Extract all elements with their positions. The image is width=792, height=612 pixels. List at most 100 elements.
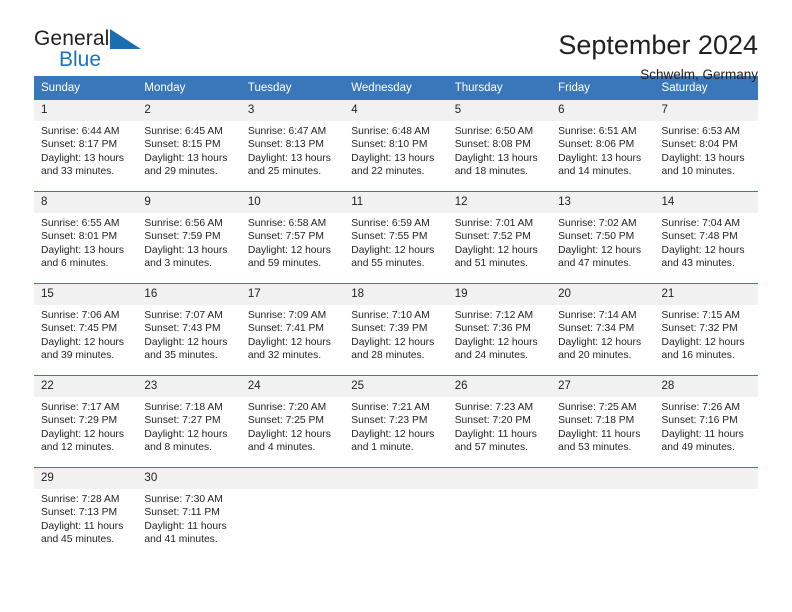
- day-cell[interactable]: 10 Sunrise: 6:58 AM Sunset: 7:57 PM Dayl…: [240, 192, 345, 283]
- daylight-text-line1: Daylight: 12 hours: [247, 336, 331, 348]
- daylight-text-line1: Daylight: 13 hours: [41, 152, 124, 164]
- sunset-text: Sunset: 7:13 PM: [41, 507, 118, 519]
- day-number: 22: [34, 376, 138, 397]
- sunset-text: Sunset: 7:50 PM: [558, 231, 635, 243]
- sunrise-text: Sunrise: 7:30 AM: [144, 494, 223, 505]
- day-number: 8: [34, 192, 138, 213]
- day-cell[interactable]: 27 Sunrise: 7:25 AM Sunset: 7:18 PM Dayl…: [551, 376, 655, 467]
- sunset-text: Sunset: 8:10 PM: [351, 139, 428, 151]
- day-details: Sunrise: 7:30 AM Sunset: 7:11 PM Dayligh…: [137, 489, 240, 552]
- day-cell-empty: [654, 468, 758, 559]
- sunset-text: Sunset: 7:34 PM: [558, 323, 635, 335]
- daylight-text-line2: and 24 minutes.: [454, 349, 528, 361]
- sunrise-text: Sunrise: 7:10 AM: [351, 310, 430, 321]
- week-row: 8 Sunrise: 6:55 AM Sunset: 8:01 PM Dayli…: [34, 191, 758, 283]
- day-cell[interactable]: 29 Sunrise: 7:28 AM Sunset: 7:13 PM Dayl…: [34, 468, 138, 559]
- daylight-text-line1: Daylight: 13 hours: [558, 152, 642, 164]
- day-cell[interactable]: 7 Sunrise: 6:53 AM Sunset: 8:04 PM Dayli…: [654, 100, 758, 191]
- day-number: 3: [240, 100, 345, 121]
- daylight-text-line1: Daylight: 12 hours: [144, 336, 228, 348]
- sunrise-text: Sunrise: 7:01 AM: [454, 218, 534, 229]
- day-cell[interactable]: 28 Sunrise: 7:26 AM Sunset: 7:16 PM Dayl…: [654, 376, 758, 467]
- day-details: [241, 489, 344, 499]
- weekday-header-thursday: Thursday: [454, 82, 503, 94]
- day-details: Sunrise: 7:01 AM Sunset: 7:52 PM Dayligh…: [448, 213, 551, 276]
- day-number: 24: [240, 376, 345, 397]
- daylight-text-line2: and 25 minutes.: [247, 165, 322, 177]
- day-cell[interactable]: 18 Sunrise: 7:10 AM Sunset: 7:39 PM Dayl…: [344, 284, 448, 375]
- day-cell[interactable]: 6 Sunrise: 6:51 AM Sunset: 8:06 PM Dayli…: [551, 100, 655, 191]
- day-details: Sunrise: 7:14 AM Sunset: 7:34 PM Dayligh…: [551, 305, 654, 368]
- day-number: 28: [654, 376, 758, 397]
- sunset-text: Sunset: 8:04 PM: [661, 139, 738, 151]
- calendar-page: General Blue September 2024 Schwelm, Ger…: [0, 0, 792, 612]
- day-cell[interactable]: 8 Sunrise: 6:55 AM Sunset: 8:01 PM Dayli…: [34, 192, 138, 283]
- day-cell[interactable]: 19 Sunrise: 7:12 AM Sunset: 7:36 PM Dayl…: [447, 284, 552, 375]
- day-number: 20: [551, 284, 655, 305]
- day-details: Sunrise: 6:48 AM Sunset: 8:10 PM Dayligh…: [344, 121, 447, 184]
- weekday-header-tuesday: Tuesday: [247, 82, 292, 94]
- day-details: Sunrise: 7:06 AM Sunset: 7:45 PM Dayligh…: [34, 305, 137, 368]
- day-number: [240, 468, 345, 489]
- logo-text-blue: Blue: [59, 48, 102, 71]
- page-title: September 2024: [558, 30, 758, 60]
- day-cell[interactable]: 14 Sunrise: 7:04 AM Sunset: 7:48 PM Dayl…: [654, 192, 758, 283]
- day-cell[interactable]: 16 Sunrise: 7:07 AM Sunset: 7:43 PM Dayl…: [137, 284, 241, 375]
- sunrise-text: Sunrise: 6:48 AM: [351, 126, 430, 137]
- generalblue-logo[interactable]: General Blue: [34, 28, 154, 74]
- day-cell[interactable]: 23 Sunrise: 7:18 AM Sunset: 7:27 PM Dayl…: [137, 376, 241, 467]
- sunset-text: Sunset: 7:59 PM: [144, 231, 221, 243]
- daylight-text-line2: and 16 minutes.: [661, 349, 735, 361]
- daylight-text-line1: Daylight: 12 hours: [41, 428, 124, 440]
- sunrise-text: Sunrise: 7:26 AM: [661, 402, 740, 413]
- day-details: Sunrise: 7:25 AM Sunset: 7:18 PM Dayligh…: [551, 397, 654, 460]
- daylight-text-line1: Daylight: 13 hours: [661, 152, 745, 164]
- day-cell[interactable]: 1 Sunrise: 6:44 AM Sunset: 8:17 PM Dayli…: [34, 100, 138, 191]
- day-cell[interactable]: 25 Sunrise: 7:21 AM Sunset: 7:23 PM Dayl…: [344, 376, 448, 467]
- day-cell[interactable]: 13 Sunrise: 7:02 AM Sunset: 7:50 PM Dayl…: [551, 192, 655, 283]
- day-details: Sunrise: 7:26 AM Sunset: 7:16 PM Dayligh…: [655, 397, 758, 460]
- day-cell-empty: [551, 468, 655, 559]
- sunset-text: Sunset: 7:11 PM: [144, 507, 220, 519]
- sunrise-text: Sunrise: 7:04 AM: [661, 218, 740, 229]
- day-number: 27: [551, 376, 655, 397]
- day-cell[interactable]: 22 Sunrise: 7:17 AM Sunset: 7:29 PM Dayl…: [34, 376, 138, 467]
- day-cell-empty: [344, 468, 448, 559]
- weekday-header-row: Sunday Monday Tuesday Wednesday Thursday…: [34, 76, 758, 100]
- sunset-text: Sunset: 7:57 PM: [247, 231, 324, 243]
- daylight-text-line2: and 51 minutes.: [454, 257, 528, 269]
- day-cell[interactable]: 2 Sunrise: 6:45 AM Sunset: 8:15 PM Dayli…: [137, 100, 241, 191]
- day-cell[interactable]: 11 Sunrise: 6:59 AM Sunset: 7:55 PM Dayl…: [344, 192, 448, 283]
- daylight-text-line2: and 10 minutes.: [661, 165, 735, 177]
- day-cell[interactable]: 5 Sunrise: 6:50 AM Sunset: 8:08 PM Dayli…: [447, 100, 552, 191]
- day-cell[interactable]: 17 Sunrise: 7:09 AM Sunset: 7:41 PM Dayl…: [240, 284, 345, 375]
- day-details: Sunrise: 7:12 AM Sunset: 7:36 PM Dayligh…: [448, 305, 551, 368]
- day-cell[interactable]: 24 Sunrise: 7:20 AM Sunset: 7:25 PM Dayl…: [240, 376, 345, 467]
- day-number: 16: [137, 284, 241, 305]
- day-cell[interactable]: 20 Sunrise: 7:14 AM Sunset: 7:34 PM Dayl…: [551, 284, 655, 375]
- day-number: 6: [551, 100, 655, 121]
- daylight-text-line1: Daylight: 12 hours: [351, 244, 435, 256]
- day-cell[interactable]: 26 Sunrise: 7:23 AM Sunset: 7:20 PM Dayl…: [447, 376, 552, 467]
- day-number: 15: [34, 284, 138, 305]
- day-details: Sunrise: 6:45 AM Sunset: 8:15 PM Dayligh…: [137, 121, 240, 184]
- daylight-text-line2: and 4 minutes.: [247, 441, 316, 453]
- day-number: 26: [447, 376, 552, 397]
- day-details: Sunrise: 6:47 AM Sunset: 8:13 PM Dayligh…: [241, 121, 344, 184]
- day-cell[interactable]: 30 Sunrise: 7:30 AM Sunset: 7:11 PM Dayl…: [137, 468, 241, 559]
- daylight-text-line2: and 45 minutes.: [41, 533, 115, 545]
- day-cell[interactable]: 15 Sunrise: 7:06 AM Sunset: 7:45 PM Dayl…: [34, 284, 138, 375]
- sunset-text: Sunset: 7:48 PM: [661, 231, 738, 243]
- day-cell[interactable]: 9 Sunrise: 6:56 AM Sunset: 7:59 PM Dayli…: [137, 192, 241, 283]
- day-cell[interactable]: 3 Sunrise: 6:47 AM Sunset: 8:13 PM Dayli…: [240, 100, 345, 191]
- day-details: Sunrise: 6:50 AM Sunset: 8:08 PM Dayligh…: [448, 121, 551, 184]
- daylight-text-line1: Daylight: 12 hours: [454, 336, 538, 348]
- sunrise-text: Sunrise: 6:55 AM: [41, 218, 120, 229]
- day-cell[interactable]: 4 Sunrise: 6:48 AM Sunset: 8:10 PM Dayli…: [344, 100, 448, 191]
- day-cell[interactable]: 12 Sunrise: 7:01 AM Sunset: 7:52 PM Dayl…: [447, 192, 552, 283]
- day-number: [344, 468, 448, 489]
- day-details: Sunrise: 6:58 AM Sunset: 7:57 PM Dayligh…: [241, 213, 344, 276]
- daylight-text-line2: and 47 minutes.: [558, 257, 632, 269]
- day-cell[interactable]: 21 Sunrise: 7:15 AM Sunset: 7:32 PM Dayl…: [654, 284, 758, 375]
- sunrise-text: Sunrise: 7:28 AM: [41, 494, 120, 505]
